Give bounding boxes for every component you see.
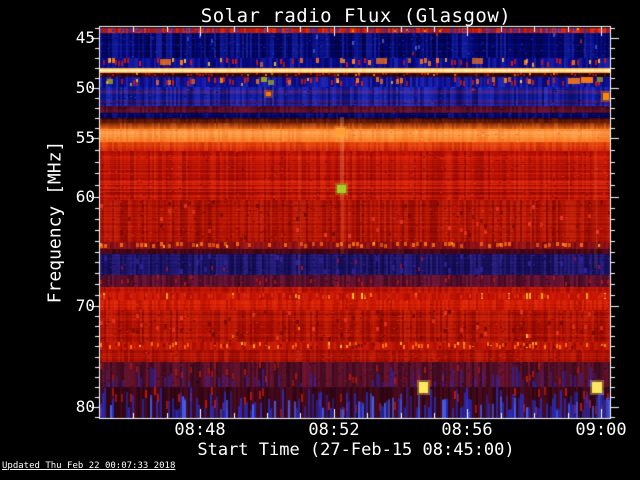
x-tick-label: 08:52	[308, 420, 360, 440]
spectrogram-canvas	[0, 0, 640, 480]
updated-timestamp: Updated Thu Feb 22 00:07:33 2018	[2, 461, 176, 471]
x-tick-label: 08:56	[441, 420, 493, 440]
y-tick-label: 70	[75, 296, 95, 315]
y-tick-label: 60	[75, 187, 95, 206]
x-axis-label: Start Time (27-Feb-15 08:45:00)	[197, 440, 515, 460]
y-tick-label: 80	[75, 397, 95, 416]
chart-title: Solar radio Flux (Glasgow)	[200, 5, 512, 27]
y-tick-label: 50	[75, 78, 95, 97]
x-tick-label: 08:48	[174, 420, 226, 440]
spectrogram-window: Solar radio Flux (Glasgow) Frequency [MH…	[0, 0, 640, 480]
y-tick-label: 55	[75, 128, 95, 147]
y-tick-label: 45	[75, 28, 95, 47]
x-tick-label: 09:00	[575, 420, 627, 440]
y-axis-label: Frequency [MHz]	[44, 140, 66, 304]
